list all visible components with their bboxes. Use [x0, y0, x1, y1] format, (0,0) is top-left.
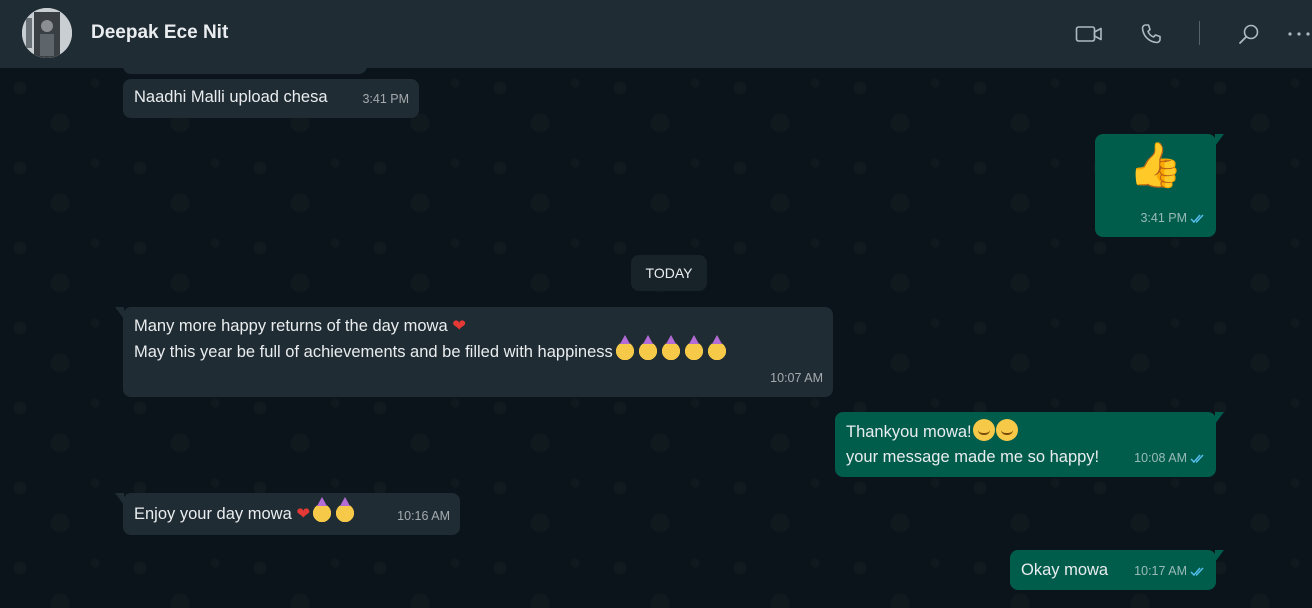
message-time: 10:07 AM [770, 371, 823, 385]
message-time: 10:08 AM [1134, 451, 1187, 465]
message-time: 3:41 PM [362, 92, 409, 106]
heart-emoji-icon: ❤ [452, 317, 467, 335]
message-incoming[interactable]: Enjoy your day mowa ❤ 10:16 AM [115, 493, 460, 535]
more-options-icon[interactable] [1284, 18, 1312, 50]
message-bubble-partial [123, 68, 367, 74]
date-divider: TODAY [631, 255, 707, 291]
message-meta: 10:08 AM [1134, 446, 1206, 471]
contact-avatar[interactable] [22, 8, 72, 58]
message-time: 10:16 AM [397, 509, 450, 523]
bubble-tail [1215, 412, 1224, 424]
message-outgoing[interactable]: Thankyou mowa! your message made me so h… [835, 412, 1224, 477]
message-text-line2: May this year be full of achievements an… [134, 343, 613, 361]
message-outgoing[interactable]: Okay mowa 10:17 AM [1010, 550, 1224, 590]
message-incoming[interactable]: Naadhi Malli upload chesa 3:41 PM [123, 79, 419, 118]
message-incoming[interactable]: Many more happy returns of the day mowa … [115, 307, 833, 397]
contact-name[interactable]: Deepak Ece Nit [91, 22, 228, 44]
message-line: Thankyou mowa! [846, 419, 1205, 445]
voice-call-icon[interactable] [1135, 18, 1167, 50]
read-receipt-icon [1190, 567, 1204, 577]
smiling-face-emoji-icon [972, 419, 995, 441]
message-time: 3:41 PM [1140, 211, 1187, 225]
read-receipt-icon [1190, 454, 1204, 464]
message-text: Okay mowa [1021, 561, 1109, 579]
heart-emoji-icon: ❤ [296, 505, 311, 523]
grinning-face-emoji-icon [995, 419, 1018, 441]
party-face-emoji-icon [613, 335, 636, 361]
bubble-tail [1215, 134, 1224, 146]
message-text: Naadhi Malli upload chesa [134, 88, 328, 106]
message-meta: 10:16 AM [397, 504, 450, 529]
chat-area[interactable]: Naadhi Malli upload chesa 3:41 PM 👍 3:41… [0, 68, 1312, 608]
search-icon[interactable] [1233, 18, 1265, 50]
message-text-line1: Many more happy returns of the day mowa [134, 317, 448, 335]
message-time: 10:17 AM [1134, 564, 1187, 578]
message-line: May this year be full of achievements an… [134, 335, 822, 365]
message-outgoing[interactable]: 👍 3:41 PM [1095, 134, 1224, 237]
avatar-photo-icon [22, 8, 72, 58]
party-face-emoji-icon [705, 335, 728, 361]
message-text-line2: your message made me so happy! [846, 448, 1100, 466]
party-face-emoji-icon [311, 497, 334, 523]
bubble-tail [115, 493, 124, 505]
party-face-emoji-icon [659, 335, 682, 361]
bubble-tail [115, 307, 124, 319]
bubble-tail [1215, 550, 1224, 562]
message-text: Enjoy your day mowa [134, 505, 292, 523]
read-receipt-icon [1190, 214, 1204, 224]
message-meta: 10:07 AM [770, 366, 823, 391]
chat-header: Deepak Ece Nit [0, 0, 1312, 68]
header-divider [1199, 21, 1200, 45]
message-meta: 3:41 PM [1140, 206, 1206, 231]
thumbs-up-emoji: 👍 [1128, 141, 1183, 190]
message-meta: 10:17 AM [1134, 559, 1206, 584]
party-face-emoji-icon [334, 497, 357, 523]
message-meta: 3:41 PM [362, 87, 409, 112]
party-face-emoji-icon [682, 335, 705, 361]
video-call-icon[interactable] [1073, 18, 1105, 50]
message-text-line1: Thankyou mowa! [846, 423, 972, 441]
party-face-emoji-icon [636, 335, 659, 361]
